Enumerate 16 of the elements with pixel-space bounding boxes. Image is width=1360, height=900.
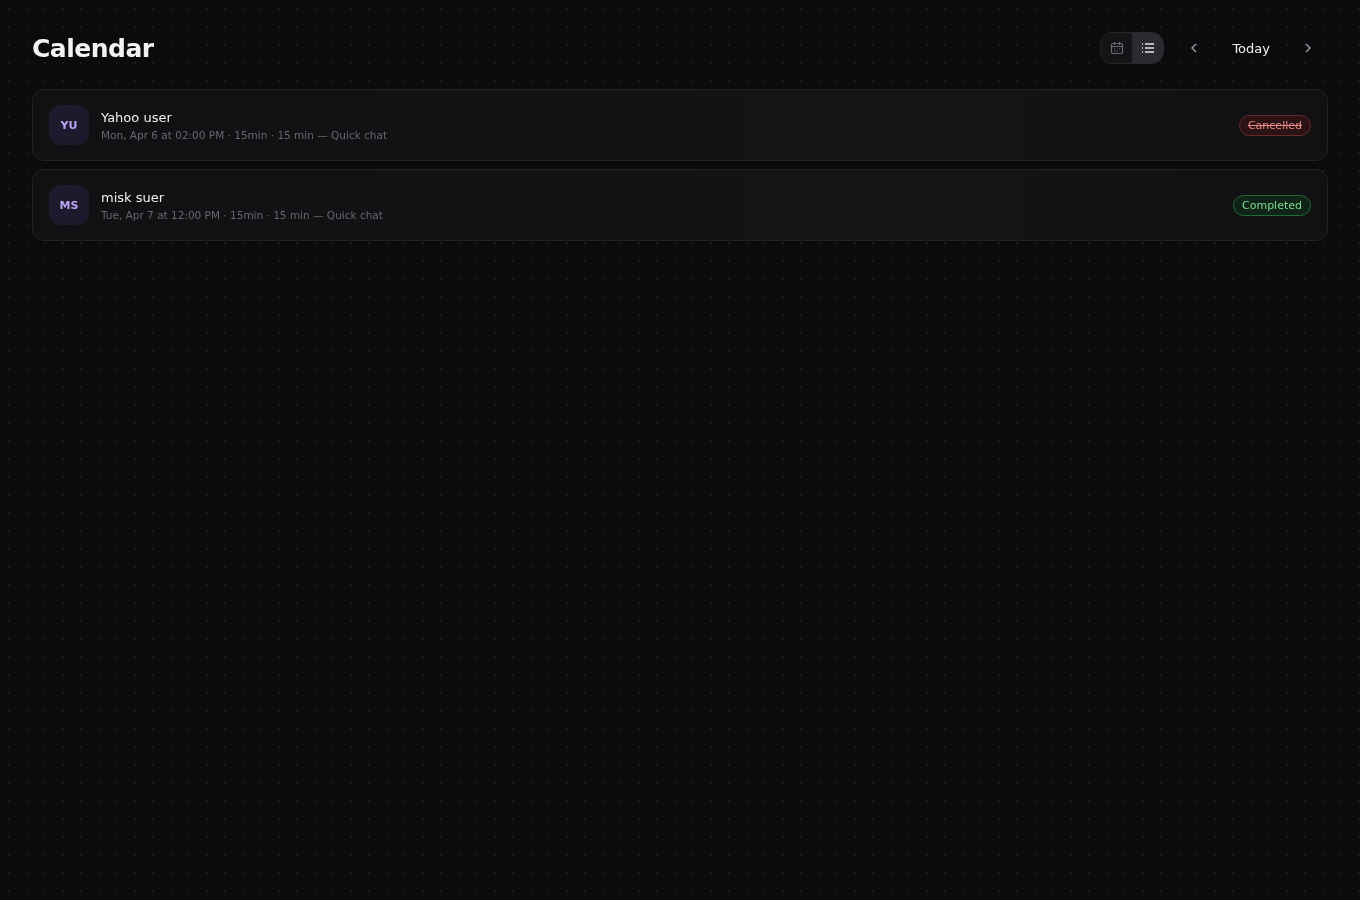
event-card[interactable]: MS misk suer Tue, Apr 7 at 12:00 PM · 15min · 15 min — Quick chat Completed (32, 169, 1328, 241)
today-button[interactable]: Today (1218, 34, 1284, 62)
event-card[interactable]: YU Yahoo user Mon, Apr 6 at 02:00 PM · 15min · 15 min — Quick chat Cancelled (32, 89, 1328, 161)
avatar: MS (49, 185, 89, 225)
event-details: Tue, Apr 7 at 12:00 PM · 15min · 15 min — Quick chat (101, 208, 384, 221)
event-details: Mon, Apr 6 at 02:00 PM · 15min · 15 min — Quick chat (101, 128, 389, 141)
event-name: Yahoo user (101, 109, 173, 125)
chevron-right-icon (1303, 42, 1313, 54)
status-badge: Completed (1233, 194, 1311, 216)
status-badge: Cancelled (1238, 114, 1311, 136)
avatar: YU (49, 105, 89, 145)
list-view-button[interactable] (1132, 33, 1164, 63)
page-title: Calendar (32, 33, 154, 63)
event-name: misk suer (101, 189, 166, 205)
calendar-icon (1109, 41, 1124, 55)
list-icon (1140, 41, 1155, 55)
